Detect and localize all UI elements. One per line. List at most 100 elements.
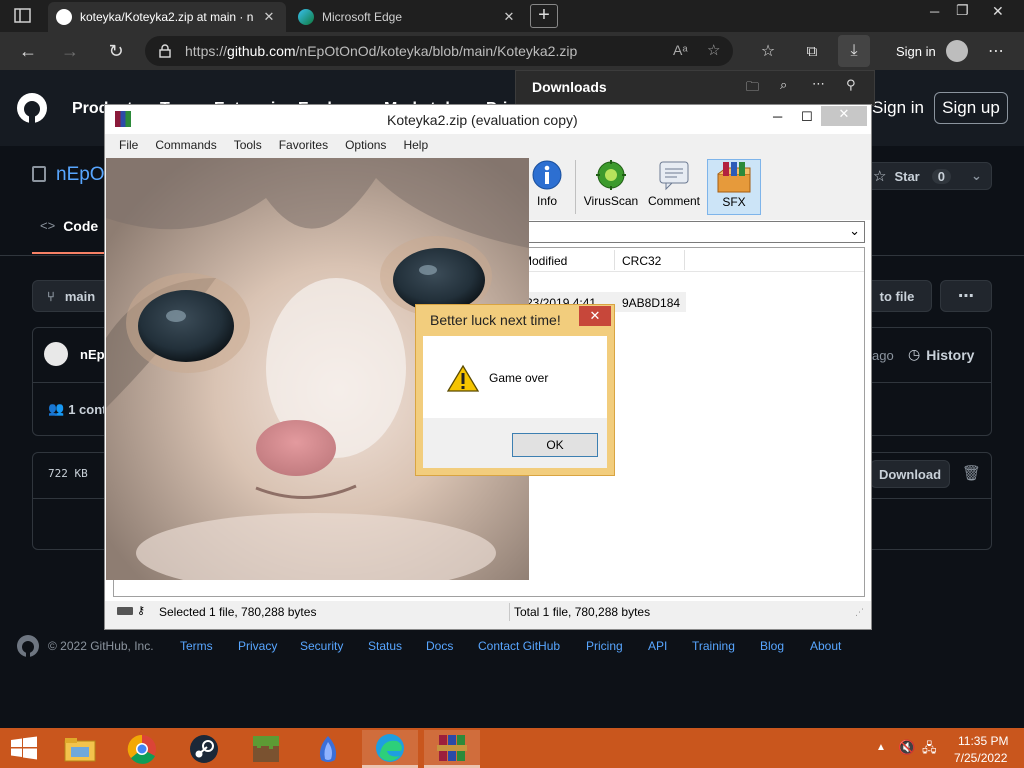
taskbar-chrome[interactable]	[114, 730, 170, 768]
taskbar-file-explorer[interactable]	[52, 730, 108, 768]
restore-window-icon[interactable]: ❐	[956, 2, 969, 19]
github-favicon	[56, 9, 72, 25]
volume-muted-icon[interactable]: 🔇	[898, 739, 915, 756]
downloads-more-icon[interactable]: ⋯	[812, 76, 825, 92]
clock-date[interactable]: 7/25/2022	[954, 751, 1007, 765]
menu-options[interactable]: Options	[345, 138, 386, 152]
footer-terms[interactable]: Terms	[180, 639, 213, 653]
column-divider	[684, 250, 685, 270]
taskbar-steam[interactable]	[176, 730, 232, 768]
footer-api[interactable]: API	[648, 639, 667, 653]
history-link[interactable]: ◷ History	[908, 346, 974, 363]
branch-name: main	[64, 288, 96, 304]
refresh-icon[interactable]: ↻	[100, 35, 132, 67]
footer-training[interactable]: Training	[692, 639, 735, 653]
new-tab-button[interactable]: +	[530, 4, 558, 28]
menu-favorites[interactable]: Favorites	[279, 138, 328, 152]
url-prefix: https://	[185, 43, 228, 59]
toolbar-separator	[575, 160, 576, 214]
tab-title: koteyka/Koteyka2.zip at main · n	[80, 10, 254, 24]
winrar-close-button[interactable]: ✕	[821, 106, 867, 126]
search-downloads-icon[interactable]: ⌕	[780, 77, 787, 93]
menu-tools[interactable]: Tools	[234, 138, 262, 152]
star-button[interactable]: ☆ Star 0 ⌄	[862, 162, 992, 190]
menu-file[interactable]: File	[119, 138, 138, 152]
github-logo-icon[interactable]	[16, 92, 48, 124]
clock-time[interactable]: 11:35 PM	[958, 734, 1008, 748]
tab-title: Microsoft Edge	[322, 10, 403, 24]
commit-author[interactable]: nEp	[80, 347, 105, 362]
url-host: github.com	[227, 43, 296, 59]
winrar-menubar: File Commands Tools Favorites Options He…	[105, 134, 871, 156]
add-favorite-icon[interactable]: ☆	[707, 41, 720, 59]
people-icon: 👥	[48, 401, 65, 416]
footer-github-logo-icon[interactable]	[16, 634, 40, 658]
profile-avatar-icon	[945, 40, 968, 62]
dialog-title: Better luck next time!	[430, 312, 561, 328]
tool-virusscan-label: VirusScan	[583, 194, 639, 208]
footer-security[interactable]: Security	[300, 639, 343, 653]
tool-comment-label: Comment	[647, 194, 700, 208]
menu-commands[interactable]: Commands	[155, 138, 216, 152]
footer-about[interactable]: About	[810, 639, 841, 653]
network-icon[interactable]: 🖧	[922, 739, 937, 761]
close-window-icon[interactable]: ✕	[992, 3, 1004, 20]
commit-age: ago	[872, 348, 894, 363]
menu-help[interactable]: Help	[403, 138, 428, 152]
star-dropdown-icon[interactable]: ⌄	[971, 168, 982, 184]
github-sign-up-button[interactable]: Sign up	[934, 92, 1008, 124]
winrar-statusbar: ⚷ Selected 1 file, 780,288 bytes Total 1…	[105, 601, 871, 629]
footer-docs[interactable]: Docs	[426, 639, 453, 653]
tab-koteyka[interactable]: koteyka/Koteyka2.zip at main · n ✕	[48, 2, 286, 32]
tab-code[interactable]: <> Code	[32, 218, 104, 254]
tool-comment[interactable]: Comment	[645, 159, 703, 215]
winrar-maximize-icon[interactable]: ☐	[801, 109, 813, 125]
tab-microsoft-edge[interactable]: Microsoft Edge ✕	[290, 2, 526, 32]
show-hidden-icons[interactable]: ▲	[876, 742, 886, 753]
downloads-icon[interactable]: ⤓	[838, 35, 870, 67]
favorites-icon[interactable]: ☆	[752, 35, 784, 67]
github-sign-in-link[interactable]: Sign in	[872, 98, 924, 118]
footer-contact[interactable]: Contact GitHub	[478, 639, 560, 653]
close-tab-icon[interactable]: ✕	[500, 9, 518, 25]
winrar-titlebar[interactable]: Koteyka2.zip (evaluation copy) ─ ☐ ✕	[105, 105, 871, 133]
trash-icon[interactable]: 🗑	[962, 464, 981, 482]
taskbar-edge[interactable]	[362, 730, 418, 768]
address-bar[interactable]: https://github.com/nEpOtOnOd/koteyka/blo…	[145, 36, 733, 66]
taskbar-winrar[interactable]	[424, 730, 480, 768]
download-button[interactable]: Download	[870, 460, 950, 488]
footer-status[interactable]: Status	[368, 639, 402, 653]
start-button[interactable]	[10, 736, 38, 760]
pin-panel-icon[interactable]: ⚲	[846, 77, 856, 93]
contributors-link[interactable]: 👥 1 cont	[48, 401, 106, 417]
branch-select[interactable]: ⑂ main	[32, 280, 112, 312]
column-crc32[interactable]: CRC32	[622, 254, 661, 268]
dialog-close-button[interactable]: ✕	[579, 306, 611, 326]
more-actions-button[interactable]: ⋯	[940, 280, 992, 312]
read-aloud-icon[interactable]: Aᵃ	[673, 42, 688, 58]
resize-grip-icon[interactable]: ⋰	[855, 607, 864, 618]
profile-sign-in-button[interactable]: Sign in	[886, 37, 974, 65]
close-tab-icon[interactable]: ✕	[260, 9, 278, 25]
taskbar-app-blue[interactable]	[300, 730, 356, 768]
status-selected: Selected 1 file, 780,288 bytes	[159, 605, 317, 619]
ok-button[interactable]: OK	[512, 433, 598, 457]
winrar-minimize-icon[interactable]: ─	[773, 109, 782, 124]
back-icon[interactable]: ←	[12, 35, 44, 67]
go-to-file-button[interactable]: to file	[862, 280, 932, 312]
footer-blog[interactable]: Blog	[760, 639, 784, 653]
forward-icon[interactable]: →	[54, 35, 86, 67]
repo-owner-link[interactable]: nEpO	[56, 164, 105, 186]
collections-icon[interactable]: ⧉	[796, 35, 828, 67]
minimize-window-icon[interactable]: ─	[930, 4, 939, 19]
open-folder-icon[interactable]: 🗀	[746, 78, 759, 100]
footer-privacy[interactable]: Privacy	[238, 639, 277, 653]
more-options-icon[interactable]: ⋯	[980, 35, 1012, 67]
footer-pricing[interactable]: Pricing	[586, 639, 623, 653]
path-dropdown-icon[interactable]: ⌄	[849, 223, 860, 239]
taskbar-minecraft[interactable]	[238, 730, 294, 768]
tool-sfx[interactable]: SFX	[707, 159, 761, 215]
tab-actions-icon[interactable]	[12, 6, 34, 26]
tool-info[interactable]: Info	[525, 159, 569, 215]
tool-virusscan[interactable]: VirusScan	[583, 159, 639, 215]
